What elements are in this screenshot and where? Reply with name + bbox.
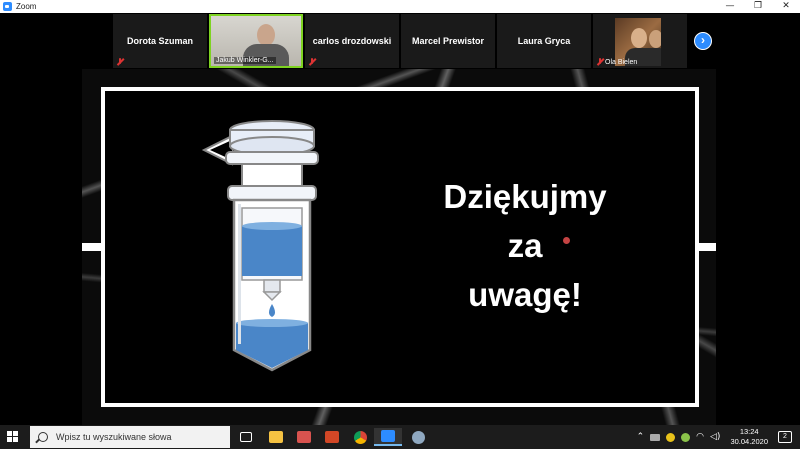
muted-mic-icon	[116, 58, 124, 66]
muted-mic-icon	[596, 58, 604, 66]
app-icon	[411, 430, 425, 444]
slide-decoration-right	[696, 243, 716, 251]
slide-line: Dziękujmy	[443, 178, 607, 215]
slide-decoration-left	[82, 243, 102, 251]
muted-mic-icon	[308, 58, 316, 66]
app-icon	[297, 431, 311, 443]
next-page-button[interactable]: ›	[694, 32, 712, 50]
zoom-app-icon	[3, 2, 12, 11]
wifi-icon[interactable]: ◠	[696, 432, 704, 442]
slide-line: za	[507, 227, 543, 264]
windows-start-button[interactable]	[7, 431, 19, 443]
participant-face	[631, 28, 647, 48]
centrifuge-tube-illustration	[201, 120, 319, 372]
taskbar-app[interactable]	[290, 428, 318, 446]
app-tray-icon[interactable]	[681, 432, 691, 442]
participant-tile[interactable]: Marcel Prewistor	[401, 14, 495, 68]
participant-tile[interactable]: carlos drozdowski	[305, 14, 399, 68]
taskbar-zoom[interactable]	[374, 428, 402, 446]
participant-tile[interactable]: Ola Bielen	[593, 14, 687, 68]
notification-count: 2	[783, 433, 787, 440]
maximize-button[interactable]: ❐	[744, 0, 772, 13]
volume-icon[interactable]: ◁)	[710, 432, 720, 442]
taskbar-app[interactable]	[404, 428, 432, 446]
slide-line: uwagę!	[468, 276, 582, 313]
minimize-button[interactable]: —	[716, 0, 744, 13]
search-icon	[38, 432, 48, 442]
participant-name: Jakub Winkler-G...	[214, 57, 276, 64]
chrome-icon	[353, 430, 367, 444]
participant-name: Laura Gryca	[517, 36, 571, 46]
app-tray-icon[interactable]	[666, 432, 676, 442]
clock-time: 13:24	[739, 427, 759, 436]
participant-video-active-speaker[interactable]: Jakub Winkler-G...	[209, 14, 303, 68]
folder-icon	[269, 431, 283, 443]
clock-date: 30.04.2020	[730, 437, 768, 446]
search-placeholder: Wpisz tu wyszukiwane słowa	[56, 432, 172, 442]
participant-face	[649, 30, 661, 48]
windows-taskbar: Wpisz tu wyszukiwane słowa ⌃ ◠ ◁) 13:24 …	[0, 425, 800, 449]
participant-name: Marcel Prewistor	[411, 36, 485, 46]
window-titlebar: Zoom — ❐ ✕	[0, 0, 800, 13]
participant-tile[interactable]: Dorota Szuman	[113, 14, 207, 68]
laser-pointer	[563, 237, 570, 244]
task-view-icon	[240, 432, 252, 442]
battery-icon[interactable]	[650, 433, 661, 441]
taskbar-clock[interactable]: 13:24 30.04.2020	[730, 427, 768, 447]
participant-gallery: Dorota Szuman Jakub Winkler-G... carlos …	[0, 13, 800, 69]
taskbar-chrome[interactable]	[346, 428, 374, 446]
window-controls: — ❐ ✕	[716, 0, 800, 13]
slide-thank-you-text: Dziękujmy za uwagę!	[400, 172, 650, 319]
powerpoint-icon	[325, 431, 339, 443]
participant-face	[257, 24, 275, 46]
taskbar-search-box[interactable]: Wpisz tu wyszukiwane słowa	[30, 426, 230, 448]
system-tray: ⌃ ◠ ◁) 13:24 30.04.2020 2	[637, 425, 800, 449]
task-view-button[interactable]	[232, 428, 260, 446]
participant-name: Dorota Szuman	[126, 36, 193, 46]
participant-body	[243, 44, 289, 66]
zoom-icon	[381, 430, 395, 442]
close-button[interactable]: ✕	[772, 0, 800, 13]
participant-tile[interactable]: Laura Gryca	[497, 14, 591, 68]
taskbar-file-explorer[interactable]	[262, 428, 290, 446]
participant-name: Ola Bielen	[605, 59, 638, 66]
window-title: Zoom	[16, 2, 37, 11]
taskbar-powerpoint[interactable]	[318, 428, 346, 446]
notifications-button[interactable]: 2	[778, 431, 792, 443]
participant-name: carlos drozdowski	[312, 36, 392, 46]
chevron-up-icon[interactable]: ⌃	[637, 432, 645, 442]
